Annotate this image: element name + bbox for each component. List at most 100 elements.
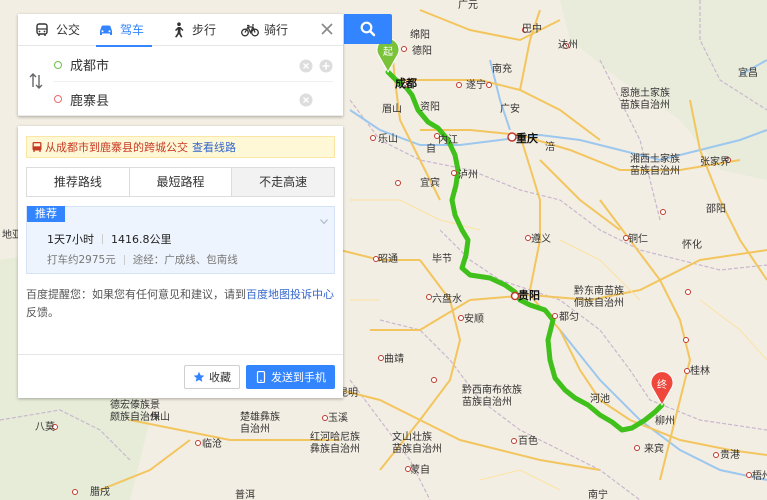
send-to-phone-button[interactable]: 发送到手机: [246, 364, 335, 389]
map-label-guigang: 贵港: [720, 448, 740, 461]
map-label-leshan: 乐山: [378, 133, 398, 145]
map-label-baoshan: 保山: [150, 410, 170, 423]
bike-icon: [240, 22, 260, 38]
bus-tip-icon: [31, 141, 43, 153]
map-label-guangan: 广安: [500, 102, 520, 115]
end-dot-icon: [54, 95, 62, 103]
map-label-mianyang: 绵阳: [410, 28, 430, 41]
map-label-laibin: 来宾: [644, 442, 664, 455]
route-plan-item[interactable]: 推荐 1天7小时 1416.8公里 打车约2975元 途经：广成线、包南线: [26, 206, 335, 274]
plus-icon: [319, 59, 333, 72]
route-preference-tabs: 推荐路线 最短路程 不走高速: [26, 167, 335, 197]
plan-distance: 1416.8公里: [111, 233, 172, 246]
map-label-lashio: 腊戌: [90, 485, 110, 498]
favorite-label: 收藏: [209, 370, 231, 384]
send-to-phone-label: 发送到手机: [271, 370, 326, 384]
map-label-nanning: 南宁: [588, 488, 608, 500]
route-inputs: 成都市 鹿寨县: [18, 46, 343, 116]
divider: [102, 234, 103, 244]
map-label-xiangxi: 湘西土家族苗族自治州: [630, 152, 680, 177]
tab-bike-label: 骑行: [264, 23, 289, 37]
recommended-tag: 推荐: [27, 206, 65, 222]
map-label-duyun: 都匀: [559, 311, 579, 323]
plan-taxi-cost: 打车约2975元: [47, 254, 116, 266]
phone-icon: [255, 370, 267, 383]
swap-icon: [29, 73, 43, 89]
map-label-tongren: 铜仁: [628, 233, 648, 245]
map-label-guiyang: 贵阳: [518, 288, 540, 302]
bus-tip-text: 从成都市到鹿寨县的跨城公交: [45, 141, 188, 154]
search-button[interactable]: [344, 14, 392, 44]
tab-drive-label: 驾车: [120, 23, 145, 37]
plan-via: 途经：广成线、包南线: [132, 254, 238, 266]
map-label-chengdu: 成都: [395, 76, 417, 90]
map-label-baise: 百色: [518, 434, 538, 447]
travel-mode-tabs: 公交 驾车 步行 骑行: [18, 14, 343, 47]
clear-end-button[interactable]: [299, 92, 313, 107]
map-label-dazhou: 达州: [558, 39, 578, 51]
map-label-qujing: 曲靖: [384, 352, 404, 365]
map-label-hechi: 河池: [590, 392, 610, 405]
tab-drive[interactable]: 驾车: [96, 14, 168, 47]
map-label-zunyi: 遵义: [531, 232, 551, 245]
action-bar: 收藏 发送到手机: [18, 354, 343, 398]
map-label-yibin: 宜宾: [420, 176, 440, 189]
divider: [123, 254, 125, 265]
chevron-down-icon: [320, 210, 328, 225]
tab-shortest-distance[interactable]: 最短路程: [129, 168, 233, 196]
start-dot-icon: [54, 60, 62, 69]
favorite-button[interactable]: 收藏: [184, 364, 240, 389]
close-icon: [321, 23, 333, 35]
search-icon: [360, 21, 376, 37]
notice-suffix: 反馈。: [26, 306, 59, 319]
plan-details: 打车约2975元 途经：广成线、包南线: [47, 252, 238, 267]
close-button[interactable]: [319, 21, 335, 37]
map-label-nanchong: 南充: [492, 62, 512, 75]
map-label-liuzhou: 柳州: [655, 414, 675, 427]
tab-walk[interactable]: 步行: [168, 14, 240, 46]
map-label-lincang: 临沧: [202, 437, 222, 450]
swap-button[interactable]: [28, 72, 44, 90]
walk-icon: [168, 21, 188, 38]
start-marker-label: 起: [383, 46, 393, 58]
map-label-guangyuan: 广元: [458, 0, 478, 11]
map-label-mengzi: 蒙自: [410, 463, 430, 476]
clear-start-button[interactable]: [299, 58, 313, 72]
map-label-zigong: 自: [426, 142, 436, 155]
bus-tip-banner[interactable]: 从成都市到鹿寨县的跨城公交 查看线路: [26, 136, 335, 158]
map-label-enshi: 恩施土家族苗族自治州: [620, 86, 670, 111]
map-label-fuling: 涪: [545, 140, 555, 153]
map-label-huaihua: 怀化: [682, 238, 702, 251]
route-result-card: 从成都市到鹿寨县的跨城公交 查看线路 推荐路线 最短路程 不走高速 推荐 1天7…: [18, 126, 343, 398]
feedback-notice: 百度提醒您：如果您有任何意见和建议，请到百度地图投诉中心反馈。: [26, 286, 335, 322]
view-bus-lines-link[interactable]: 查看线路: [192, 139, 236, 155]
tab-bike[interactable]: 骑行: [240, 14, 312, 46]
tab-recommended-route[interactable]: 推荐路线: [27, 168, 130, 196]
map-label-anshun: 安顺: [464, 312, 484, 325]
map-label-chongqing: 重庆: [516, 131, 538, 145]
map-label-ziyang: 资阳: [420, 101, 440, 113]
route-search-card: 公交 驾车 步行 骑行 成都市 鹿寨县: [18, 14, 343, 116]
complaint-center-link[interactable]: 百度地图投诉中心: [246, 288, 334, 301]
start-place: 成都市: [70, 59, 110, 74]
end-place: 鹿寨县: [70, 93, 110, 109]
end-field[interactable]: 鹿寨县: [54, 82, 333, 116]
tab-bus[interactable]: 公交: [18, 14, 96, 46]
map-label-yichang: 宜昌: [738, 66, 758, 79]
map-label-yuxi: 玉溪: [328, 412, 348, 424]
map-label-bamo: 八莫: [35, 421, 55, 433]
tab-walk-label: 步行: [192, 23, 217, 37]
add-waypoint-button[interactable]: [319, 58, 333, 72]
route-panel: 公交 驾车 步行 骑行 成都市 鹿寨县 从成都市到鹿寨县的跨城公交 查看线路 推…: [18, 14, 343, 398]
map-label-meishan: 眉山: [382, 103, 402, 115]
tab-avoid-highway[interactable]: 不走高速: [232, 168, 335, 196]
map-label-bijie: 毕节: [432, 252, 452, 265]
start-field[interactable]: 成都市: [54, 48, 333, 82]
map-label-guilin: 桂林: [690, 364, 710, 377]
notice-prefix: 百度提醒您：如果您有任何意见和建议，请到: [26, 288, 246, 301]
map-label-luzhou: 泸州: [458, 169, 478, 181]
plan-summary: 1天7小时 1416.8公里: [47, 231, 172, 247]
map-label-zhangjiajie: 张家界: [700, 155, 730, 168]
star-icon: [193, 371, 205, 383]
map-label-zhaotong: 昭通: [378, 253, 398, 265]
